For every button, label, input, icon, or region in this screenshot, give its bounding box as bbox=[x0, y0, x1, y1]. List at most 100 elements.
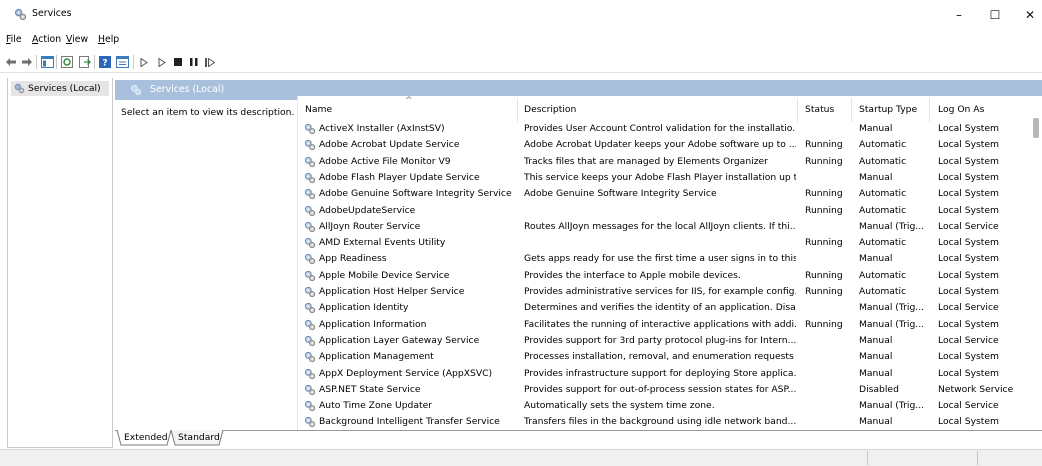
service-log-on-as: Local System bbox=[938, 155, 999, 167]
service-row[interactable]: Adobe Genuine Software Integrity Service… bbox=[298, 186, 1036, 202]
service-gear-icon bbox=[304, 319, 316, 330]
service-log-on-as: Local Service bbox=[938, 220, 999, 232]
menu-view[interactable]: View bbox=[66, 34, 88, 45]
title-bar: Services – ☐ ✕ bbox=[0, 0, 1042, 30]
service-row[interactable]: Auto Time Zone Updater Automatically sets… bbox=[298, 398, 1036, 414]
service-name: AllJoyn Router Service bbox=[319, 220, 421, 232]
stop-service-icon[interactable] bbox=[171, 55, 185, 69]
service-log-on-as: Local System bbox=[938, 286, 999, 297]
service-row[interactable]: App Readiness Gets apps ready for use the… bbox=[298, 251, 1036, 267]
service-status: Running bbox=[805, 139, 843, 151]
service-description: This service keeps your Adobe Flash Play… bbox=[524, 171, 796, 183]
menu-help[interactable]: Help bbox=[98, 34, 119, 45]
service-name: Application Layer Gateway Service bbox=[319, 334, 480, 346]
menu-file[interactable]: File bbox=[6, 34, 22, 45]
column-header-status[interactable]: Status bbox=[805, 104, 834, 115]
vertical-scrollbar-thumb[interactable] bbox=[1033, 118, 1039, 138]
start-service-alt-icon[interactable] bbox=[155, 55, 169, 69]
pause-service-icon[interactable] bbox=[187, 55, 201, 69]
column-header-startup-type[interactable]: Startup Type bbox=[859, 104, 917, 115]
service-row[interactable]: Application Layer Gateway Service Provide… bbox=[298, 333, 1036, 349]
service-startup-type: Manual bbox=[859, 123, 893, 134]
description-prompt: Select an item to view its description. bbox=[121, 107, 295, 118]
export-list-icon[interactable] bbox=[78, 55, 92, 69]
service-name: AppX Deployment Service (AppXSVC) bbox=[319, 367, 493, 379]
service-description: Adobe Genuine Software Integrity Service bbox=[524, 188, 717, 200]
service-row[interactable]: AMD External Events Utility Running Automa… bbox=[298, 235, 1036, 251]
tree-item-services-local[interactable]: Services (Local) bbox=[11, 81, 109, 96]
tab-extended[interactable]: Extended bbox=[124, 430, 168, 445]
service-startup-type: Manual bbox=[859, 171, 893, 183]
service-startup-type: Manual bbox=[859, 416, 893, 428]
column-header-name[interactable]: Name bbox=[305, 104, 332, 115]
tab-standard[interactable]: Standard bbox=[178, 430, 220, 445]
service-name: Application Host Helper Service bbox=[319, 286, 465, 297]
service-gear-icon bbox=[304, 140, 316, 151]
service-log-on-as: Local System bbox=[938, 188, 999, 200]
service-name: App Readiness bbox=[319, 253, 387, 265]
service-row[interactable]: AllJoyn Router Service Routes AllJoyn mes… bbox=[298, 219, 1036, 235]
service-name: AMD External Events Utility bbox=[319, 237, 446, 249]
tree-item-label: Services (Local) bbox=[28, 83, 101, 94]
pane-header-title: Services (Local) bbox=[150, 84, 225, 95]
service-log-on-as: Local System bbox=[938, 171, 999, 183]
service-row[interactable]: ASP.NET State Service Provides support fo… bbox=[298, 382, 1036, 398]
services-gear-icon bbox=[130, 84, 142, 96]
service-gear-icon bbox=[304, 254, 316, 265]
service-startup-type: Automatic bbox=[859, 155, 907, 167]
service-startup-type: Manual bbox=[859, 253, 893, 265]
service-status: Running bbox=[805, 188, 843, 200]
console-tree-icon[interactable] bbox=[40, 55, 54, 69]
service-row[interactable]: Application Identity Determines and verif… bbox=[298, 300, 1036, 316]
service-row[interactable]: Apple Mobile Device Service Provides the … bbox=[298, 268, 1036, 284]
service-name: Auto Time Zone Updater bbox=[319, 400, 433, 412]
service-startup-type: Automatic bbox=[859, 188, 907, 200]
service-row[interactable]: Adobe Active File Monitor V9 Tracks files… bbox=[298, 154, 1036, 170]
service-row[interactable]: Application Information Facilitates the r… bbox=[298, 317, 1036, 333]
service-row[interactable]: Application Management Processes installa… bbox=[298, 349, 1036, 365]
service-row[interactable]: Adobe Flash Player Update Service This se… bbox=[298, 170, 1036, 186]
menu-action[interactable]: Action bbox=[32, 34, 61, 45]
service-description: Adobe Acrobat Updater keeps your Adobe s… bbox=[524, 139, 796, 151]
service-gear-icon bbox=[304, 270, 316, 281]
column-header-description[interactable]: Description bbox=[524, 104, 576, 115]
service-gear-icon bbox=[304, 384, 316, 395]
service-startup-type: Manual bbox=[859, 351, 893, 363]
service-description: Routes AllJoyn messages for the local Al… bbox=[524, 220, 796, 232]
service-description: Provides User Account Control validation… bbox=[524, 123, 796, 134]
service-row[interactable]: AppX Deployment Service (AppXSVC) Provide… bbox=[298, 366, 1036, 382]
service-log-on-as: Local System bbox=[938, 139, 999, 151]
service-row[interactable]: Application Host Helper Service Provides … bbox=[298, 284, 1036, 300]
service-row[interactable]: Background Intelligent Transfer Service T… bbox=[298, 414, 1036, 430]
service-log-on-as: Local Service bbox=[938, 334, 999, 346]
service-name: ActiveX Installer (AxInstSV) bbox=[319, 123, 445, 134]
back-arrow-icon[interactable] bbox=[4, 55, 18, 69]
service-startup-type: Automatic bbox=[859, 237, 907, 249]
service-name: AdobeUpdateService bbox=[319, 204, 416, 216]
services-list: ^ Name Description Status Startup Type L… bbox=[297, 96, 1042, 430]
column-header-log-on-as[interactable]: Log On As bbox=[938, 104, 984, 115]
service-row[interactable]: AdobeUpdateService Running Automatic Local … bbox=[298, 203, 1036, 219]
service-log-on-as: Local System bbox=[938, 318, 999, 330]
service-status: Running bbox=[805, 237, 843, 249]
start-service-icon[interactable] bbox=[137, 55, 151, 69]
service-name: Adobe Flash Player Update Service bbox=[319, 171, 480, 183]
service-gear-icon bbox=[304, 368, 316, 379]
service-startup-type: Disabled bbox=[859, 383, 899, 395]
service-description: Facilitates the running of interactive a… bbox=[524, 318, 796, 330]
service-startup-type: Manual (Trig... bbox=[859, 302, 925, 314]
resume-service-icon[interactable] bbox=[203, 55, 217, 69]
service-status: Running bbox=[805, 318, 843, 330]
service-startup-type: Automatic bbox=[859, 204, 907, 216]
refresh-icon[interactable] bbox=[60, 55, 74, 69]
maximize-button[interactable]: ☐ bbox=[977, 4, 1013, 26]
service-name: Adobe Genuine Software Integrity Service bbox=[319, 188, 512, 200]
help-icon[interactable]: ? bbox=[98, 55, 112, 69]
service-startup-type: Automatic bbox=[859, 139, 907, 151]
minimize-button[interactable]: – bbox=[941, 4, 977, 26]
properties-icon[interactable] bbox=[115, 55, 129, 69]
close-button[interactable]: ✕ bbox=[1012, 4, 1042, 26]
forward-arrow-icon[interactable] bbox=[20, 55, 34, 69]
service-row[interactable]: Adobe Acrobat Update Service Adobe Acroba… bbox=[298, 137, 1036, 153]
service-row[interactable]: ActiveX Installer (AxInstSV) Provides Use… bbox=[298, 121, 1036, 137]
